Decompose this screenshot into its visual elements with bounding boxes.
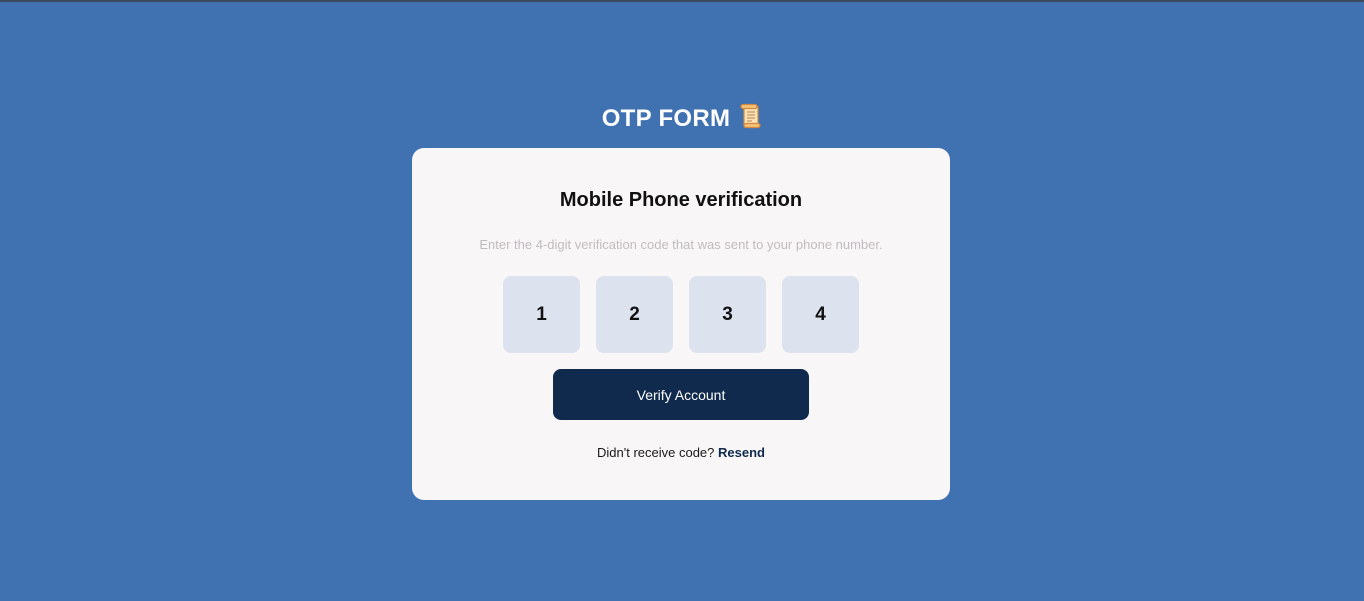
- otp-digit-input-3[interactable]: 3: [689, 276, 766, 353]
- resend-prompt: Didn't receive code?: [597, 445, 715, 460]
- otp-digit-input-2[interactable]: 2: [596, 276, 673, 353]
- otp-digit-input-4[interactable]: 4: [782, 276, 859, 353]
- otp-digit-input-1[interactable]: 1: [503, 276, 580, 353]
- card-description: Enter the 4-digit verification code that…: [479, 237, 883, 252]
- card-title: Mobile Phone verification: [559, 189, 803, 211]
- scroll-icon: [738, 103, 762, 137]
- otp-card: Mobile Phone verification Enter the 4-di…: [412, 148, 950, 500]
- resend-row: Didn't receive code? Resend: [412, 444, 950, 462]
- otp-input-group: 1 2 3 4: [503, 276, 859, 353]
- window-top-edge: [0, 0, 1364, 2]
- page-title-heading: OTP FORM: [0, 103, 1364, 137]
- verify-account-button[interactable]: Verify Account: [553, 369, 809, 420]
- page-title: OTP FORM: [601, 105, 731, 132]
- resend-link[interactable]: Resend: [718, 445, 765, 460]
